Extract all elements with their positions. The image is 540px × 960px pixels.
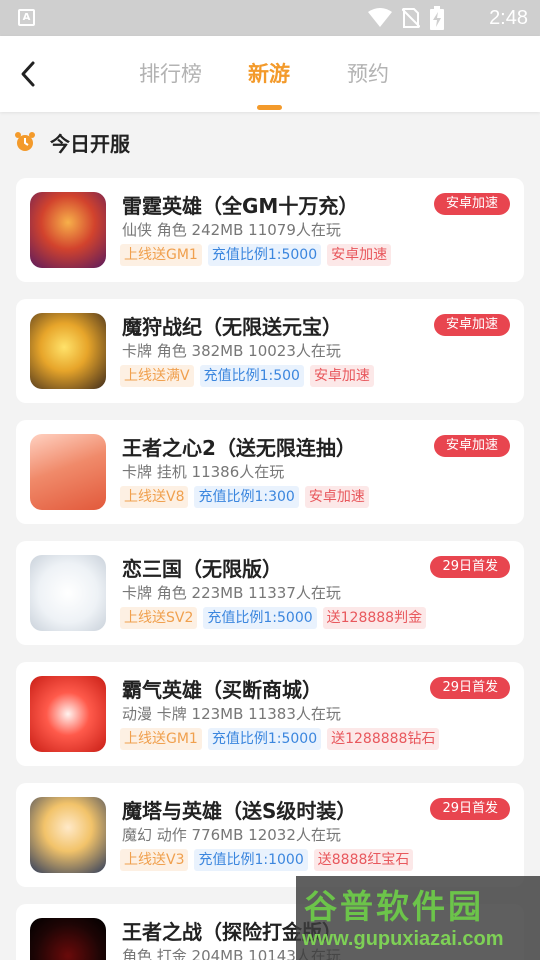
status-badge: 安卓加速 (433, 193, 510, 215)
game-card[interactable]: 雷霆英雄（全GM十万充） 仙侠 角色 242MB 11079人在玩上线送GM1 充值… (16, 178, 524, 282)
tab-reservation[interactable]: 预约 (347, 60, 389, 88)
baqi-game-icon[interactable] (30, 676, 106, 752)
game-title[interactable]: 魔塔与英雄（送S级时装） (122, 797, 356, 825)
section-title: 今日开服 (50, 131, 130, 156)
game-tags: 上线送SV2 充值比例1:5000 送128888判金 (120, 607, 427, 629)
game-tag: 上线送GM1 (120, 244, 202, 266)
leiting-game-icon[interactable] (30, 192, 106, 268)
status-badge: 29日首发 (430, 677, 510, 699)
game-meta: 卡牌 角色 382MB 10023人在玩 (122, 342, 341, 360)
game-tag: 充值比例1:300 (194, 486, 299, 508)
watermark: 谷普软件园 www.gupuxiazai.com (296, 876, 540, 960)
watermark-title: 谷普软件园 (304, 887, 484, 926)
game-tag: 充值比例1:5000 (207, 244, 322, 266)
game-tag: 上线送V3 (120, 849, 189, 871)
game-tag: 上线送满V (120, 365, 194, 387)
tab-bar: 排行榜 新游 预约 (0, 36, 540, 112)
tab-new-games[interactable]: 新游 (248, 60, 290, 88)
game-tag: 送8888红宝石 (313, 849, 414, 871)
liansanguo-game-icon[interactable] (30, 555, 106, 631)
mota-game-icon[interactable] (30, 797, 106, 873)
clock-time: 2:48 (489, 7, 528, 29)
game-meta: 卡牌 挂机 11386人在玩 (122, 463, 285, 481)
game-tag: 送1288888钻石 (327, 728, 440, 750)
status-bar: A 2:48 (0, 0, 540, 36)
game-tag: 安卓加速 (327, 244, 392, 266)
status-badge: 安卓加速 (433, 314, 510, 336)
wangzhe-heart-game-icon[interactable] (30, 434, 106, 510)
game-tags: 上线送GM1 充值比例1:5000 安卓加速 (120, 244, 392, 266)
game-tag: 充值比例1:5000 (207, 728, 322, 750)
game-title[interactable]: 魔狩战纪（无限送元宝） (122, 313, 342, 341)
game-card[interactable]: 王者之心2（送无限连抽） 卡牌 挂机 11386人在玩上线送V8 充值比例1:300… (16, 420, 524, 524)
game-tag: 上线送V8 (120, 486, 189, 508)
game-tag: 安卓加速 (304, 486, 369, 508)
status-badge: 29日首发 (430, 798, 510, 820)
game-tag: 充值比例1:5000 (203, 607, 317, 629)
game-card[interactable]: 魔狩战纪（无限送元宝） 卡牌 角色 382MB 10023人在玩上线送满V 充值比例… (16, 299, 524, 403)
status-badge: 29日首发 (430, 556, 510, 578)
game-tag: 上线送SV2 (120, 607, 198, 629)
game-tags: 上线送GM1 充值比例1:5000 送1288888钻石 (120, 728, 440, 750)
game-meta: 仙侠 角色 242MB 11079人在玩 (122, 221, 341, 239)
game-tags: 上线送V3 充值比例1:1000 送8888红宝石 (120, 849, 414, 871)
game-title[interactable]: 王者之心2（送无限连抽） (122, 434, 356, 462)
moshou-game-icon[interactable] (30, 313, 106, 389)
status-badge: 安卓加速 (433, 435, 510, 457)
game-tag: 充值比例1:500 (199, 365, 304, 387)
top-header: 排行榜 新游 预约 (0, 36, 540, 112)
game-meta: 卡牌 角色 223MB 11337人在玩 (122, 584, 341, 602)
game-tag: 上线送GM1 (120, 728, 202, 750)
game-title[interactable]: 雷霆英雄（全GM十万充） (122, 192, 358, 220)
game-tag: 送128888判金 (322, 607, 427, 629)
alarm-clock-icon (15, 132, 35, 151)
game-card[interactable]: 魔塔与英雄（送S级时装） 魔幻 动作 776MB 12032人在玩上线送V3 充值比… (16, 783, 524, 887)
game-meta: 魔幻 动作 776MB 12032人在玩 (122, 826, 341, 844)
game-title[interactable]: 霸气英雄（买断商城） (122, 676, 322, 704)
game-tag: 充值比例1:1000 (194, 849, 308, 871)
section-header: 今日开服 (14, 126, 130, 158)
tab-ranking[interactable]: 排行榜 (139, 60, 202, 88)
app-notification-icon: A (18, 9, 35, 26)
game-tags: 上线送V8 充值比例1:300 安卓加速 (120, 486, 369, 508)
game-card[interactable]: 霸气英雄（买断商城） 动漫 卡牌 123MB 11383人在玩上线送GM1 充值比例… (16, 662, 524, 766)
watermark-url: www.gupuxiazai.com (302, 928, 504, 950)
no-sim-icon (402, 8, 420, 28)
game-tags: 上线送满V 充值比例1:500 安卓加速 (120, 365, 374, 387)
wangzhe-war-game-icon[interactable] (30, 918, 106, 960)
game-meta: 动漫 卡牌 123MB 11383人在玩 (122, 705, 341, 723)
game-title[interactable]: 恋三国（无限版） (122, 555, 282, 583)
game-tag: 安卓加速 (309, 365, 374, 387)
wifi-icon (368, 8, 392, 27)
active-tab-indicator (257, 105, 282, 110)
battery-charging-icon (430, 6, 444, 30)
game-card[interactable]: 恋三国（无限版） 卡牌 角色 223MB 11337人在玩上线送SV2 充值比例1:… (16, 541, 524, 645)
